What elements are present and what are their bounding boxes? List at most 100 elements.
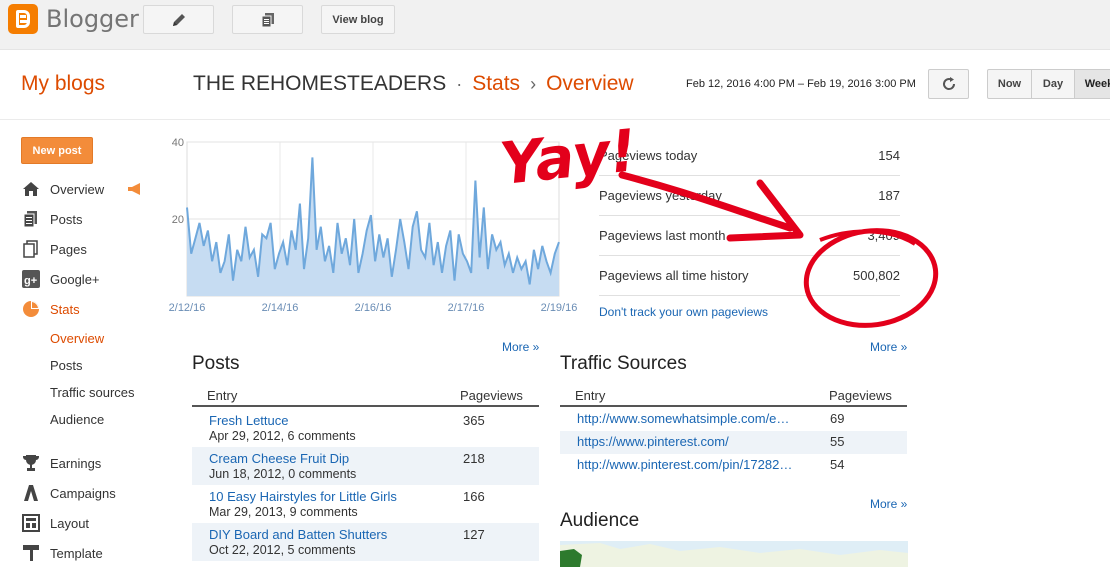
edit-post-button[interactable]: [143, 5, 214, 34]
post-meta: Jun 18, 2012, 0 comments: [209, 467, 357, 481]
sidebar-item-label: Pages: [50, 241, 87, 257]
stat-row-yesterday: Pageviews yesterday 187: [599, 176, 900, 216]
sidebar-item-label: Earnings: [50, 455, 102, 471]
google-plus-icon: g+: [21, 269, 41, 289]
blogger-logo[interactable]: Blogger: [8, 4, 139, 34]
header-divider: [0, 119, 1110, 120]
post-views: 365: [463, 413, 485, 428]
sidebar-item-posts[interactable]: Posts: [21, 208, 83, 230]
view-blog-button[interactable]: View blog: [321, 5, 395, 34]
period-now-button[interactable]: Now: [987, 69, 1032, 99]
date-range: Feb 12, 2016 4:00 PM – Feb 19, 2016 3:00…: [686, 78, 916, 90]
trophy-icon: [21, 453, 41, 473]
col-pageviews: Pageviews: [460, 388, 523, 403]
x-tick-label: 2/19/16: [541, 302, 578, 314]
traffic-views: 69: [830, 411, 845, 426]
stat-label: Pageviews last month: [599, 228, 726, 243]
pages-icon: [261, 12, 274, 27]
pageviews-chart: 40 20 2/12/16 2/14/16 2/16/16 2/17/16 2/19/16: [160, 130, 590, 325]
audience-title: Audience: [560, 510, 640, 531]
traffic-more-link[interactable]: More »: [870, 340, 907, 354]
sidebar-item-overview[interactable]: Overview: [21, 178, 104, 200]
breadcrumb-separator: ·: [456, 74, 463, 94]
template-icon: [21, 543, 41, 563]
dont-track-link[interactable]: Don't track your own pageviews: [599, 305, 768, 319]
traffic-url-link[interactable]: https://www.pinterest.com/: [577, 434, 729, 449]
sidebar-item-label: Overview: [50, 181, 105, 197]
top-bar: Blogger View blog: [0, 0, 1110, 50]
svg-text:g+: g+: [24, 275, 37, 287]
stat-label: Pageviews all time history: [599, 268, 749, 283]
audience-map[interactable]: [560, 541, 908, 567]
table-row: DIY Board and Batten Shutters Oct 22, 20…: [192, 523, 539, 561]
period-day-button[interactable]: Day: [1031, 69, 1075, 99]
table-row: http://www.somewhatsimple.com/e… 69: [560, 408, 907, 431]
stats-sub-traffic-sources[interactable]: Traffic sources: [50, 385, 135, 400]
traffic-views: 54: [830, 457, 845, 472]
sidebar-item-pages[interactable]: Pages: [21, 238, 87, 260]
sidebar-item-label: Stats: [50, 301, 80, 317]
stat-value: 3,409: [867, 228, 900, 243]
breadcrumb-overview[interactable]: Overview: [546, 72, 634, 96]
sidebar-item-google-plus[interactable]: g+ Google+: [21, 268, 100, 290]
pages-icon: [21, 239, 41, 259]
stat-value: 187: [878, 188, 900, 203]
y-tick-label: 20: [172, 214, 184, 226]
sidebar-item-stats[interactable]: Stats: [21, 298, 80, 320]
sidebar-item-label: Layout: [50, 515, 90, 531]
col-pageviews: Pageviews: [829, 388, 892, 403]
traffic-views: 55: [830, 434, 845, 449]
sidebar-item-campaigns[interactable]: Campaigns: [21, 482, 116, 504]
posts-table-header: Entry Pageviews: [192, 385, 539, 407]
traffic-title: Traffic Sources: [560, 353, 687, 374]
post-meta: Oct 22, 2012, 5 comments: [209, 543, 356, 557]
traffic-url-link[interactable]: http://www.somewhatsimple.com/e…: [577, 411, 789, 426]
stats-sub-audience[interactable]: Audience: [50, 412, 104, 427]
table-row: 10 Easy Hairstyles for Little Girls Mar …: [192, 485, 539, 523]
new-post-button[interactable]: New post: [21, 137, 93, 164]
post-title-link[interactable]: DIY Board and Batten Shutters: [209, 527, 387, 542]
stat-row-last-month: Pageviews last month 3,409: [599, 216, 900, 256]
stats-sub-posts[interactable]: Posts: [50, 358, 83, 373]
stat-row-today: Pageviews today 154: [599, 136, 900, 176]
col-entry: Entry: [207, 388, 238, 403]
posts-icon: [21, 209, 41, 229]
refresh-button[interactable]: [928, 69, 969, 99]
col-entry: Entry: [575, 388, 606, 403]
posts-title: Posts: [192, 353, 240, 374]
sidebar-item-template[interactable]: Template: [21, 542, 103, 564]
sidebar-item-label: Campaigns: [50, 485, 116, 501]
post-views: 166: [463, 489, 485, 504]
pencil-icon: [172, 13, 185, 26]
app-name: Blogger: [46, 5, 139, 33]
blog-name[interactable]: THE REHOMESTEADERS: [193, 72, 446, 96]
stat-row-all-time: Pageviews all time history 500,802: [599, 256, 900, 296]
audience-more-link[interactable]: More »: [870, 497, 907, 511]
stats-sub-overview[interactable]: Overview: [50, 331, 104, 346]
sidebar-item-label: Posts: [50, 211, 83, 227]
table-row: https://www.pinterest.com/ 55: [560, 431, 907, 454]
view-posts-button[interactable]: [232, 5, 303, 34]
refresh-icon: [942, 77, 955, 90]
campaigns-icon: [21, 483, 41, 503]
period-week-button[interactable]: Week: [1074, 69, 1110, 99]
table-row: Fresh Lettuce Apr 29, 2012, 6 comments 3…: [192, 409, 539, 447]
post-title-link[interactable]: Fresh Lettuce: [209, 413, 289, 428]
stat-label: Pageviews yesterday: [599, 188, 722, 203]
sidebar-item-layout[interactable]: Layout: [21, 512, 89, 534]
blogger-logo-icon: [8, 4, 38, 34]
traffic-url-link[interactable]: http://www.pinterest.com/pin/17282…: [577, 457, 792, 472]
breadcrumb-chevron: ›: [530, 74, 537, 94]
posts-more-link[interactable]: More »: [502, 340, 539, 354]
sidebar-item-earnings[interactable]: Earnings: [21, 452, 101, 474]
stat-value: 500,802: [853, 268, 900, 283]
stat-value: 154: [878, 148, 900, 163]
post-views: 218: [463, 451, 485, 466]
breadcrumb-stats[interactable]: Stats: [472, 72, 520, 96]
post-meta: Mar 29, 2013, 9 comments: [209, 505, 358, 519]
sidebar-item-label: Template: [50, 545, 103, 561]
post-title-link[interactable]: Cream Cheese Fruit Dip: [209, 451, 349, 466]
my-blogs-link[interactable]: My blogs: [21, 72, 105, 96]
breadcrumb: THE REHOMESTEADERS · Stats › Overview: [193, 72, 634, 96]
post-title-link[interactable]: 10 Easy Hairstyles for Little Girls: [209, 489, 397, 504]
